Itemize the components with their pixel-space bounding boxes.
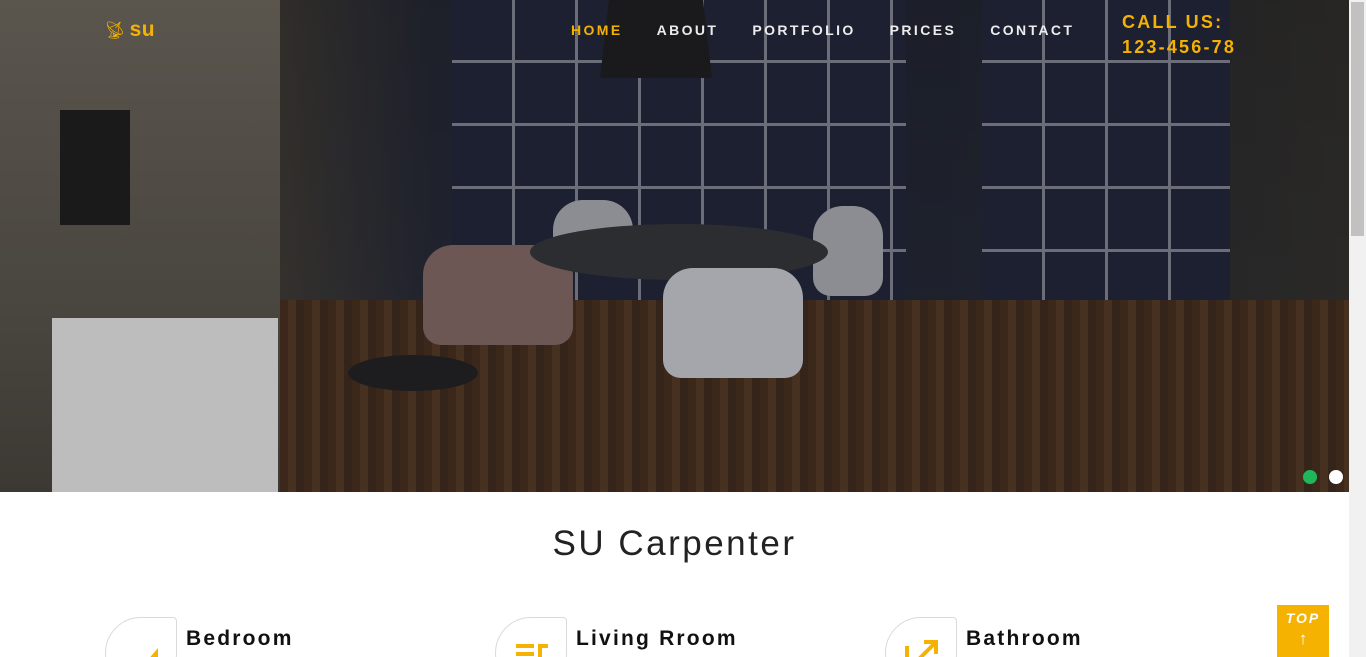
feature-icon-circle [105, 617, 177, 657]
nav-home[interactable]: HOME [571, 22, 623, 38]
hero-image-chair [663, 268, 803, 378]
feature-bathroom[interactable]: Bathroom [885, 617, 1083, 657]
hero-image-window [60, 110, 130, 225]
nav-about[interactable]: ABOUT [657, 22, 719, 38]
call-label: CALL US: [1122, 12, 1224, 32]
main-nav: HOME ABOUT PORTFOLIO PRICES CONTACT [571, 22, 1108, 38]
feature-icon-circle [885, 617, 957, 657]
feature-title: Bedroom [186, 627, 294, 650]
slider-dot-2[interactable] [1329, 470, 1343, 484]
list-icon [516, 644, 548, 657]
nav-contact[interactable]: CONTACT [990, 22, 1074, 38]
logo[interactable]: 📡︎ su [104, 18, 155, 42]
call-us: CALL US: 123-456-78 [1122, 10, 1236, 60]
feature-bedroom[interactable]: Bedroom [105, 617, 294, 657]
feature-title: Bathroom [966, 627, 1083, 650]
slider-dots [1303, 470, 1343, 484]
hero-image-lamp [600, 0, 712, 78]
signal-icon: 📡︎ [104, 20, 126, 40]
scrollbar-thumb[interactable] [1351, 2, 1364, 236]
call-number[interactable]: 123-456-78 [1122, 35, 1236, 60]
hero-slider [0, 0, 1349, 492]
nav-portfolio[interactable]: PORTFOLIO [752, 22, 855, 38]
pencil-icon [150, 648, 158, 657]
hero-image-lamp-base [348, 355, 478, 391]
feature-icon-circle [495, 617, 567, 657]
hero-image-planter [52, 318, 278, 492]
back-to-top-button[interactable]: TOP ↑ [1277, 605, 1329, 657]
external-link-icon [905, 640, 938, 657]
nav-prices[interactable]: PRICES [890, 22, 957, 38]
top-label: TOP [1285, 610, 1321, 626]
slider-dot-1[interactable] [1303, 470, 1317, 484]
feature-title: Living Rroom [576, 627, 738, 650]
logo-text: su [129, 18, 156, 41]
feature-living-room[interactable]: Living Rroom [495, 617, 738, 657]
section-title: SU Carpenter [552, 524, 797, 563]
page-scrollbar[interactable] [1349, 0, 1366, 657]
arrow-up-icon: ↑ [1298, 629, 1308, 648]
